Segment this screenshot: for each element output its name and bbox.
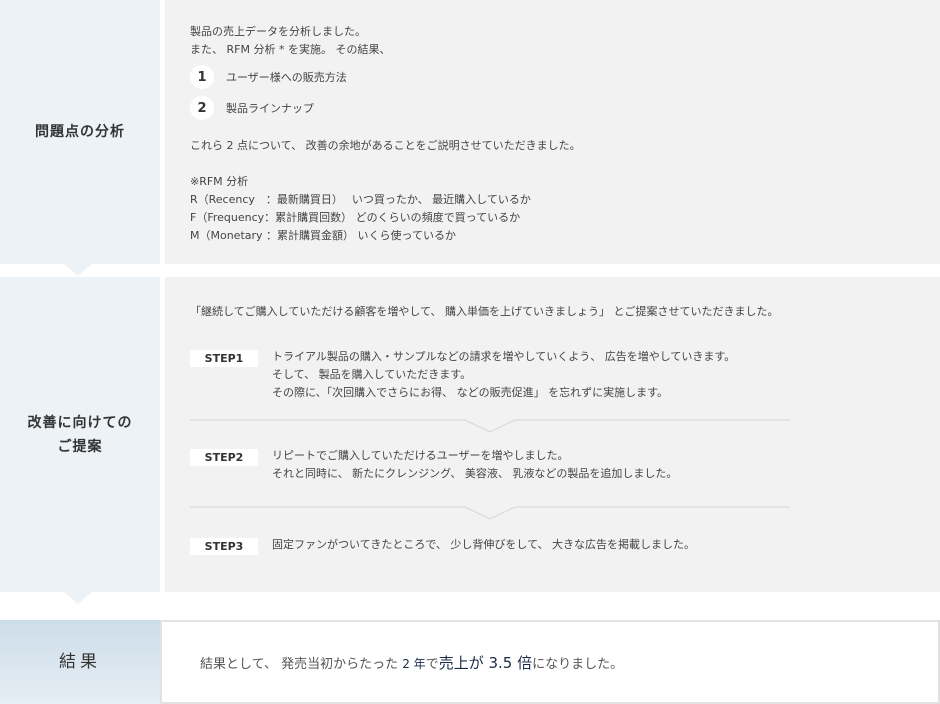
- analysis-content: 製品の売上データを分析しました。 また、 RFM 分析 * を実施。 その結果、…: [165, 0, 940, 264]
- section-arrow: [64, 264, 92, 276]
- step-line: 固定ファンがついてきたところで、 少し背伸びをして、 大きな広告を掲載しました。: [272, 538, 696, 551]
- number-badge: 2: [190, 96, 214, 120]
- analysis-intro-2: また、 RFM 分析 * を実施。 その結果、: [190, 43, 391, 56]
- step-line: それと同時に、 新たにクレンジング、 美容液、 乳液などの製品を追加しました。: [272, 467, 678, 480]
- analysis-label: 問題点の分析: [0, 0, 160, 264]
- section-arrow: [64, 592, 92, 604]
- result-mid: で: [425, 656, 439, 672]
- rfm-line: R（Recency ：最新購買日） いつ買ったか、 最近購入しているか: [190, 193, 531, 206]
- step-line: その際に、「次回購入でさらにお得、 などの販売促進」 を忘れずに実施します。: [272, 386, 669, 399]
- result-text: 結果として、 発売当初からたった 2 年で売上が 3.5 倍になりました。: [200, 652, 623, 673]
- step-divider: [190, 506, 790, 520]
- step-divider: [190, 419, 790, 433]
- step-tag: STEP1: [190, 350, 258, 367]
- step-line: そして、 製品を購入していただきます。: [272, 368, 472, 381]
- step-tag: STEP3: [190, 538, 258, 555]
- analysis-intro-1: 製品の売上データを分析しました。: [190, 25, 366, 38]
- analysis-section: 問題点の分析 製品の売上データを分析しました。 また、 RFM 分析 * を実施…: [0, 0, 940, 264]
- result-label: 結果: [0, 620, 160, 704]
- rfm-title: ※RFM 分析: [190, 175, 249, 188]
- point-item: 1 ユーザー様への販売方法: [190, 64, 347, 90]
- rfm-line: M（Monetary ：累計購買金額） いくら使っているか: [190, 229, 456, 242]
- result-pre: 結果として、 発売当初からたった: [200, 656, 403, 672]
- proposal-label-line-2: ご提案: [57, 438, 103, 455]
- proposal-section: 改善に向けての ご提案 「継続してご購入していただける顧客を増やして、 購入単価…: [0, 277, 940, 592]
- proposal-label: 改善に向けての ご提案: [0, 277, 160, 592]
- step-3: STEP3 固定ファンがついてきたところで、 少し背伸びをして、 大きな広告を掲…: [190, 538, 790, 555]
- proposal-quote: 「継続してご購入していただける顧客を増やして、 購入単価を上げていきましょう」 …: [190, 305, 779, 318]
- step-line: リピートでご購入していただけるユーザーを増やしました。: [272, 449, 569, 462]
- proposal-label-line-1: 改善に向けての: [27, 414, 133, 431]
- proposal-content: 「継続してご購入していただける顧客を増やして、 購入単価を上げていきましょう」 …: [165, 277, 940, 592]
- result-section: 結果 結果として、 発売当初からたった 2 年で売上が 3.5 倍になりました。: [0, 620, 940, 704]
- result-years: 2 年: [402, 656, 426, 671]
- rfm-line: F（Frequency：累計購買回数） どのくらいの頻度で買っているか: [190, 211, 521, 224]
- result-post: になりました。: [532, 656, 624, 672]
- point-item: 2 製品ラインナップ: [190, 95, 347, 121]
- step-2: STEP2 リピートでご購入していただけるユーザーを増やしました。 それと同時に…: [190, 449, 790, 483]
- point-text: ユーザー様への販売方法: [226, 71, 347, 84]
- result-content: 結果として、 発売当初からたった 2 年で売上が 3.5 倍になりました。: [160, 620, 940, 704]
- point-text: 製品ラインナップ: [226, 102, 314, 115]
- result-highlight: 売上が 3.5 倍: [438, 653, 533, 672]
- analysis-summary: これら 2 点について、 改善の余地があることをご説明させていただきました。: [190, 139, 581, 152]
- step-tag: STEP2: [190, 449, 258, 466]
- number-badge: 1: [190, 65, 214, 89]
- step-line: トライアル製品の購入・サンプルなどの請求を増やしていくよう、 広告を増やしていき…: [272, 350, 736, 363]
- step-1: STEP1 トライアル製品の購入・サンプルなどの請求を増やしていくよう、 広告を…: [190, 350, 790, 402]
